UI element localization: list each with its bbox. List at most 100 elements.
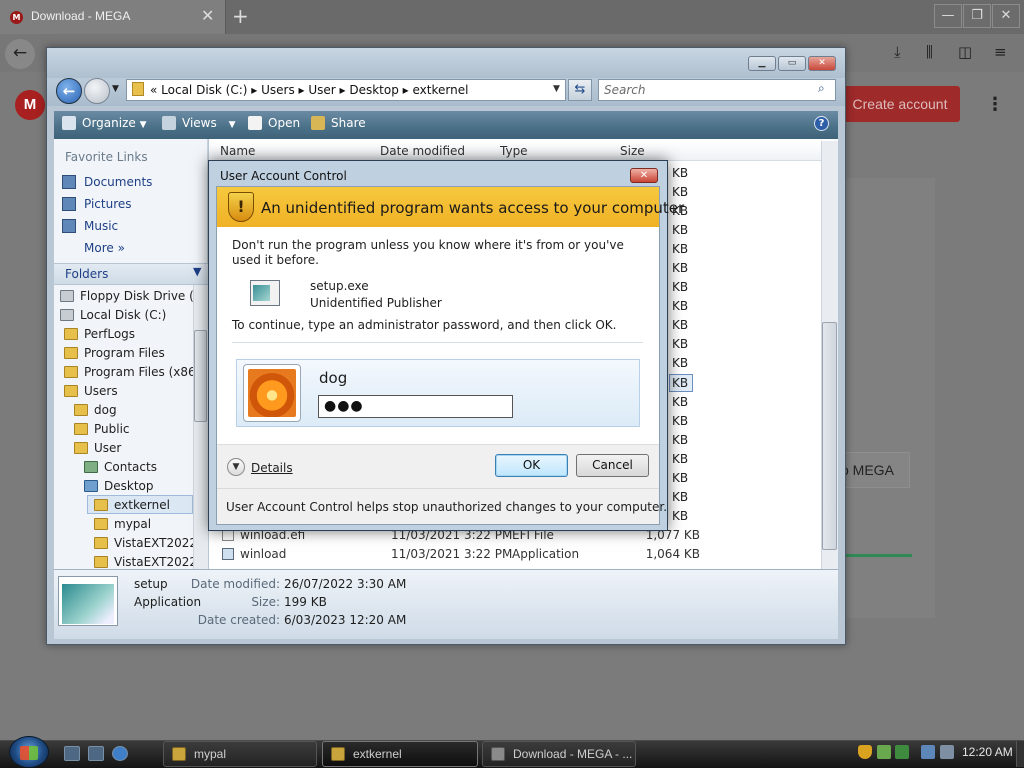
create-account-button[interactable]: Create account <box>840 86 960 122</box>
chevron-down-icon[interactable]: ▼ <box>227 458 245 476</box>
nav-scrollbar[interactable] <box>193 285 208 569</box>
tree-label: VistaEXT2022 <box>114 536 198 550</box>
history-dropdown-icon[interactable]: ▼ <box>112 84 119 94</box>
file-row-winload[interactable]: winload 11/03/2021 3:22 PMApplication 1,06… <box>222 547 700 561</box>
tree-item[interactable]: Floppy Disk Drive (A:) <box>60 289 211 303</box>
show-desktop-icon[interactable] <box>64 746 80 761</box>
fav-label: Documents <box>84 175 153 189</box>
tree-item-selected[interactable]: extkernel <box>94 498 170 512</box>
password-field[interactable]: ●●● <box>318 395 513 418</box>
divider <box>217 488 659 489</box>
views-button[interactable]: Views ▼ <box>162 116 235 130</box>
column-type[interactable]: Type <box>500 144 528 158</box>
close-window-icon[interactable]: ✕ <box>992 4 1020 28</box>
tree-item[interactable]: Public <box>74 422 130 436</box>
download-icon[interactable]: ⤓ <box>894 43 901 61</box>
tree-item[interactable]: Desktop <box>84 479 154 493</box>
menu-icon[interactable]: ≡ <box>994 43 1007 61</box>
size-cell: KB <box>672 414 689 428</box>
refresh-icon[interactable]: ⇆ <box>568 79 592 101</box>
open-button[interactable]: Open <box>248 116 300 130</box>
organize-button[interactable]: Organize ▼ <box>62 116 147 130</box>
back-icon[interactable]: ← <box>5 39 35 69</box>
tree-item[interactable]: dog <box>74 403 117 417</box>
internet-explorer-icon[interactable] <box>112 746 128 761</box>
tree-item[interactable]: Program Files <box>64 346 165 360</box>
minimize-icon[interactable]: ▁ <box>748 56 776 71</box>
tray-icon[interactable] <box>877 745 891 759</box>
tree-item[interactable]: Local Disk (C:) <box>60 308 166 322</box>
folder-icon <box>64 385 78 397</box>
nav-scrollbar-thumb[interactable] <box>194 330 207 422</box>
fav-documents[interactable]: Documents <box>62 175 152 189</box>
show-desktop-button[interactable] <box>1016 741 1024 767</box>
clock[interactable]: 12:20 AM <box>962 745 1013 759</box>
details-link[interactable]: Details <box>251 461 293 475</box>
help-icon[interactable]: ? <box>814 116 829 131</box>
details-file-name: setup <box>134 577 168 591</box>
tree-item[interactable]: Users <box>64 384 118 398</box>
task-label: extkernel <box>353 747 402 761</box>
folder-icon <box>64 366 78 378</box>
new-tab-icon[interactable]: + <box>232 4 249 28</box>
close-icon[interactable]: ✕ <box>808 56 836 71</box>
tree-item[interactable]: VistaEXT2022 <box>94 536 197 550</box>
mega-logo[interactable]: M <box>15 90 45 120</box>
taskbar-item-mega[interactable]: Download - MEGA - ... <box>482 741 636 767</box>
fav-music[interactable]: Music <box>62 219 118 233</box>
folder-icon <box>64 328 78 340</box>
fav-more[interactable]: More » <box>84 241 125 255</box>
library-icon[interactable]: ⫼ <box>926 43 933 61</box>
file-type: Application <box>512 547 580 561</box>
uac-heading: An unidentified program wants access to … <box>261 199 685 217</box>
details-date-modified: 26/07/2022 3:30 AM <box>284 577 407 591</box>
close-icon[interactable]: ✕ <box>630 168 658 183</box>
address-breadcrumb[interactable]: « Local Disk (C:) ▸ Users ▸ User ▸ Deskt… <box>150 83 468 97</box>
close-tab-icon[interactable]: ✕ <box>201 6 214 25</box>
tree-item[interactable]: mypal <box>94 517 151 531</box>
restore-icon[interactable]: ❐ <box>963 4 991 28</box>
switch-windows-icon[interactable] <box>88 746 104 761</box>
tree-item[interactable]: Contacts <box>84 460 157 474</box>
column-date-modified[interactable]: Date modified <box>380 144 465 158</box>
forward-arrow-icon[interactable] <box>84 78 110 104</box>
search-icon[interactable]: ⌕ <box>818 81 825 96</box>
tray-icon[interactable] <box>895 745 909 759</box>
fav-pictures[interactable]: Pictures <box>62 197 132 211</box>
shield-tray-icon[interactable] <box>858 745 872 759</box>
tree-item[interactable]: PerfLogs <box>64 327 135 341</box>
share-button[interactable]: Share <box>311 116 366 130</box>
tree-label: Public <box>94 422 130 436</box>
volume-icon[interactable] <box>940 745 954 759</box>
minimize-icon[interactable]: — <box>934 4 962 28</box>
explorer-titlebar[interactable] <box>47 48 845 78</box>
sidebar-icon[interactable]: ◫ <box>958 43 972 61</box>
browser-tab[interactable]: M Download - MEGA ✕ <box>0 0 226 34</box>
progress-line <box>845 554 912 557</box>
task-label: mypal <box>194 747 227 761</box>
more-options-icon[interactable]: ⋮ <box>986 94 1004 115</box>
back-arrow-icon[interactable]: ← <box>56 78 82 104</box>
maximize-icon[interactable]: ▭ <box>778 56 806 71</box>
fav-label: Pictures <box>84 197 132 211</box>
taskbar-item-mypal[interactable]: mypal <box>163 741 317 767</box>
file-list-scrollbar-thumb[interactable] <box>822 322 837 550</box>
tree-item[interactable]: User <box>74 441 121 455</box>
windows-logo-icon <box>20 746 38 760</box>
tree-item[interactable]: VistaEXT2022 <box>94 555 197 569</box>
column-size[interactable]: Size <box>620 144 645 158</box>
column-name[interactable]: Name <box>220 144 255 158</box>
hard-drive-icon <box>60 309 74 321</box>
network-icon[interactable] <box>921 745 935 759</box>
size-cell: KB <box>672 356 689 370</box>
address-dropdown-icon[interactable]: ▼ <box>553 84 560 94</box>
size-cell: KB <box>672 185 689 199</box>
size-cell: KB <box>672 509 689 523</box>
chevron-down-icon[interactable]: ▼ <box>193 265 201 278</box>
taskbar-item-extkernel[interactable]: extkernel <box>322 741 478 767</box>
ok-button[interactable]: OK <box>495 454 568 477</box>
tree-item[interactable]: Program Files (x86) <box>64 365 200 379</box>
cancel-button[interactable]: Cancel <box>576 454 649 477</box>
fav-label: More <box>84 241 114 255</box>
uac-instruction: To continue, type an administrator passw… <box>232 318 617 332</box>
